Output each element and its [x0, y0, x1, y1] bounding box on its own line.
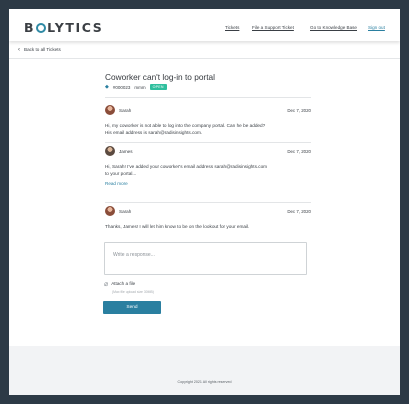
message-header: James Dec 7, 2020 [105, 146, 311, 158]
back-to-tickets-link[interactable]: ‹ Back to all Tickets [18, 47, 61, 53]
message-date: Dec 7, 2020 [287, 108, 311, 113]
message-line: Hi, my coworker is not able to log into … [105, 123, 266, 128]
attach-file-label: Attach a file [111, 281, 136, 286]
message-date: Dec 7, 2020 [287, 209, 311, 214]
paperclip-icon: ⌀ [104, 281, 109, 288]
message-body: Thanks, James! I will let him know to be… [105, 223, 311, 230]
message-item: Sarah Dec 7, 2020 Thanks, James! I will … [105, 206, 311, 230]
message-body: Hi, Sarah! I've added your coworker's em… [105, 163, 311, 178]
avatar [105, 146, 115, 156]
ticket-meta: ◆ #000023 mmm OPEN [105, 84, 167, 90]
nav-knowledge-base-link[interactable]: Go to Knowledge Base [310, 25, 357, 30]
message-line: Hi, Sarah! I've added your coworker's em… [105, 164, 268, 169]
subnav-bar: ‹ Back to all Tickets [9, 41, 400, 59]
attach-size-note: (Max file upload size 30MB) [112, 290, 154, 294]
divider [105, 142, 311, 143]
message-line: to your portal... [105, 171, 137, 177]
nav-tickets-link[interactable]: Tickets [225, 25, 239, 30]
logo-o-icon [36, 23, 47, 33]
read-more-link[interactable]: Read more [105, 181, 311, 186]
nav-file-ticket-link[interactable]: File a Support Ticket [252, 25, 294, 30]
avatar [105, 105, 115, 115]
ticket-id: #000023 [112, 84, 131, 90]
ticket-title: Coworker can't log-in to portal [105, 72, 215, 82]
copyright-text: Copyright 2021 All rights reserved [177, 380, 232, 384]
divider [105, 97, 311, 98]
top-header: B LYTICS Tickets File a Support Ticket Go… [9, 9, 400, 41]
page: B LYTICS Tickets File a Support Ticket Go… [9, 9, 400, 395]
footer: Copyright 2021 All rights reserved [9, 346, 400, 395]
status-badge: OPEN [149, 84, 167, 90]
message-body: Hi, my coworker is not able to log into … [105, 122, 311, 137]
message-line: His email address is sarah@radisinsights… [105, 130, 203, 136]
message-author: Sarah [119, 108, 132, 113]
nav-sign-out-link[interactable]: Sign out [368, 25, 385, 30]
response-textarea[interactable]: Write a response... [104, 242, 307, 275]
message-date: Dec 7, 2020 [287, 149, 311, 154]
send-button[interactable]: Send [103, 301, 161, 314]
logo[interactable]: B LYTICS [24, 20, 103, 35]
attach-file-button[interactable]: ⌀ Attach a file [104, 280, 135, 288]
avatar [105, 206, 115, 216]
chevron-left-icon: ‹ [18, 47, 20, 53]
message-line: Thanks, James! I will let him know to be… [105, 224, 250, 229]
message-item: Sarah Dec 7, 2020 Hi, my coworker is not… [105, 105, 311, 137]
message-author: Sarah [119, 209, 132, 214]
ticket-category: mmm [134, 84, 146, 90]
message-header: Sarah Dec 7, 2020 [105, 206, 311, 218]
divider [105, 202, 311, 203]
message-item: James Dec 7, 2020 Hi, Sarah! I've added … [105, 146, 311, 186]
tag-icon: ◆ [105, 84, 109, 90]
message-author: James [119, 149, 133, 154]
message-header: Sarah Dec 7, 2020 [105, 105, 311, 117]
back-link-label: Back to all Tickets [24, 47, 61, 52]
